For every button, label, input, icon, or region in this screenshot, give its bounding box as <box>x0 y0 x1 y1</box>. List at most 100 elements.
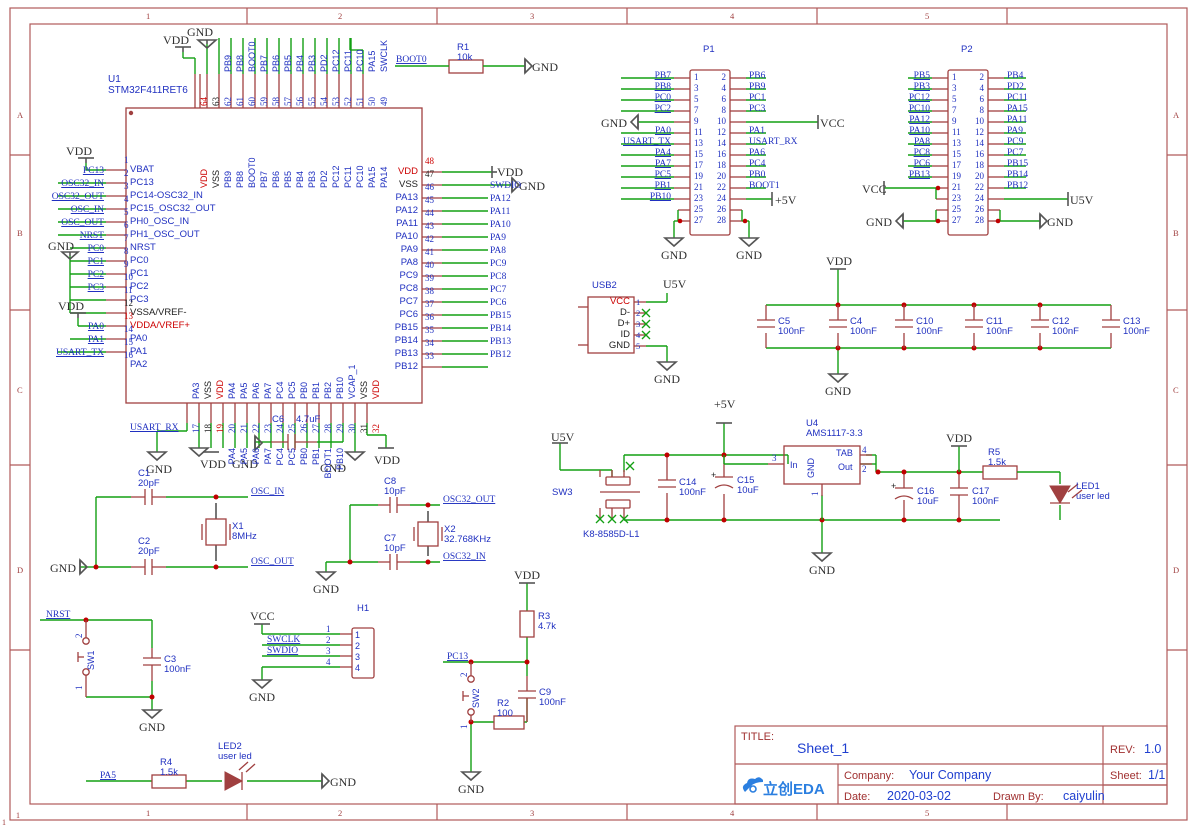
capacitor-c11[interactable] <box>965 305 983 348</box>
pin-num-h1-1: 1 <box>326 624 331 634</box>
power-label-gnd-p2-27: GND <box>866 215 892 229</box>
crystal-x1-symbol[interactable] <box>201 518 231 546</box>
gnd-symbol-usb2 <box>655 361 679 372</box>
ref-sw1: SW1 <box>86 650 96 670</box>
capacitor-c9[interactable] <box>518 676 536 722</box>
capacitor-c8[interactable] <box>378 497 410 513</box>
gnd-symbol-p1-pin9 <box>629 113 639 131</box>
resistor-r5[interactable] <box>982 465 1061 520</box>
value-c8: 10pF <box>384 486 406 497</box>
header-p1-symbol[interactable] <box>689 69 731 236</box>
value-r4: 1.5k <box>160 767 178 778</box>
net-label-h1-swdio: SWDIO <box>267 646 298 656</box>
power-label-gnd-h1: GND <box>249 690 275 704</box>
rev-value: 1.0 <box>1144 742 1161 756</box>
power-label-gnd-led2: GND <box>330 775 356 789</box>
power-label-gnd-usb: GND <box>654 372 680 386</box>
capacitor-c14[interactable] <box>658 479 676 488</box>
value-r2: 100 <box>497 708 513 719</box>
value-c12: 100nF <box>1052 326 1079 337</box>
power-label-vdd-p19: VDD <box>200 457 226 471</box>
pin-name-u4-tab: TAB <box>836 448 853 458</box>
gnd-symbol-cap-bank <box>826 373 850 384</box>
pin-name-h1-2: 2 <box>355 641 360 651</box>
power-label-gnd-vssa: GND <box>48 239 74 253</box>
capacitor-c12[interactable] <box>1031 305 1049 348</box>
gnd-symbol-p1-bottom-left <box>662 237 686 248</box>
value-c15: 10uF <box>737 485 759 496</box>
gnd-symbol-u4 <box>810 552 834 563</box>
company-value: Your Company <box>909 768 992 782</box>
capacitor-c2[interactable] <box>131 559 166 575</box>
net-label-osc32-in: OSC32_IN <box>443 552 486 562</box>
header-p2-symbol[interactable] <box>947 69 989 236</box>
capacitor-c15[interactable]: + <box>711 470 734 489</box>
rev-label: REV: <box>1110 744 1135 756</box>
gnd-symbol-x2 <box>314 571 338 582</box>
net-label-boot0: BOOT0 <box>396 55 427 65</box>
net-label-osc-out: OSC_OUT <box>251 557 294 567</box>
vdd-symbol-reg-out <box>951 445 967 472</box>
mcu-top-pin-wires <box>182 38 364 108</box>
value-c9: 100nF <box>539 697 566 708</box>
capacitor-c16[interactable]: + <box>891 469 914 523</box>
resistor-r3[interactable] <box>519 610 535 638</box>
power-label-gnd-p31: GND <box>320 461 346 475</box>
vdd-symbol-top-mcu <box>175 46 191 52</box>
ref-usb2: USB2 <box>592 280 617 291</box>
value-led1: user led <box>1076 491 1110 502</box>
crystal-x2-symbol[interactable] <box>413 521 443 547</box>
power-label-gnd-c6: GND <box>232 457 258 471</box>
svg-text:+: + <box>711 470 716 480</box>
capacitor-c3[interactable] <box>143 648 161 681</box>
header-p1-wires <box>621 77 818 238</box>
mcu-u1-symbol[interactable] <box>125 107 423 404</box>
vdd-symbol-vdda <box>70 312 86 318</box>
value-r3: 4.7k <box>538 621 556 632</box>
power-label-gnd-sw2: GND <box>458 782 484 796</box>
gnd-symbol-pin31 <box>343 451 367 462</box>
pin-name-u4-out: Out <box>838 462 853 472</box>
power-label-vdd-right: VDD <box>497 165 523 179</box>
capacitor-c13[interactable] <box>1102 305 1120 348</box>
capacitor-c10[interactable] <box>895 305 913 348</box>
value-u4: AMS1117-3.3 <box>806 428 863 439</box>
drawn-label: Drawn By: <box>993 791 1044 803</box>
gnd-symbol-sw2 <box>459 771 483 782</box>
power-label-gnd-capbank: GND <box>825 384 851 398</box>
ref-h1: H1 <box>357 603 369 614</box>
power-label-gnd-right: GND <box>519 179 545 193</box>
power-label-vdd-vdda: VDD <box>58 299 84 313</box>
value-c13: 100nF <box>1123 326 1150 337</box>
company-label: Company: <box>844 770 894 782</box>
sheet-label: Sheet: <box>1110 770 1142 782</box>
pin-name-h1-3: 3 <box>355 652 360 662</box>
ref-sw3: SW3 <box>552 487 573 498</box>
net-label-h1-swclk: SWCLK <box>267 635 300 645</box>
usb2-symbol[interactable] <box>578 293 668 362</box>
led2-symbol[interactable] <box>224 761 256 791</box>
value-c4: 100nF <box>850 326 877 337</box>
capacitor-c6[interactable] <box>271 434 317 450</box>
capacitor-c1[interactable] <box>131 489 166 505</box>
pin-num-sw1-1: 1 <box>74 686 84 691</box>
capacitor-c4[interactable] <box>829 305 847 348</box>
header-p2-wires <box>884 77 1068 224</box>
value-c17: 100nF <box>972 496 999 507</box>
capacitor-c7[interactable] <box>378 554 410 570</box>
power-label-vdd-p32: VDD <box>374 453 400 467</box>
power-label-vdd-capbank: VDD <box>826 254 852 268</box>
value-sw3: K8-8585D-L1 <box>583 529 640 540</box>
gnd-symbol-right-mcu <box>511 176 521 194</box>
power-label-vcc-p2: VCC <box>862 182 887 196</box>
power-label-5v-reg: +5V <box>714 397 736 411</box>
net-label-osc-in: OSC_IN <box>251 487 284 497</box>
capacitor-c5[interactable] <box>757 305 775 348</box>
value-c5: 100nF <box>778 326 805 337</box>
capacitor-c17[interactable] <box>950 469 968 523</box>
power-label-gnd-sw1: GND <box>139 720 165 734</box>
pin-name-h1-4: 4 <box>355 663 360 673</box>
ref-p2: P2 <box>961 44 973 55</box>
switch-sw3-symbol[interactable] <box>595 461 640 524</box>
vdd-symbol-vbat <box>78 157 94 163</box>
